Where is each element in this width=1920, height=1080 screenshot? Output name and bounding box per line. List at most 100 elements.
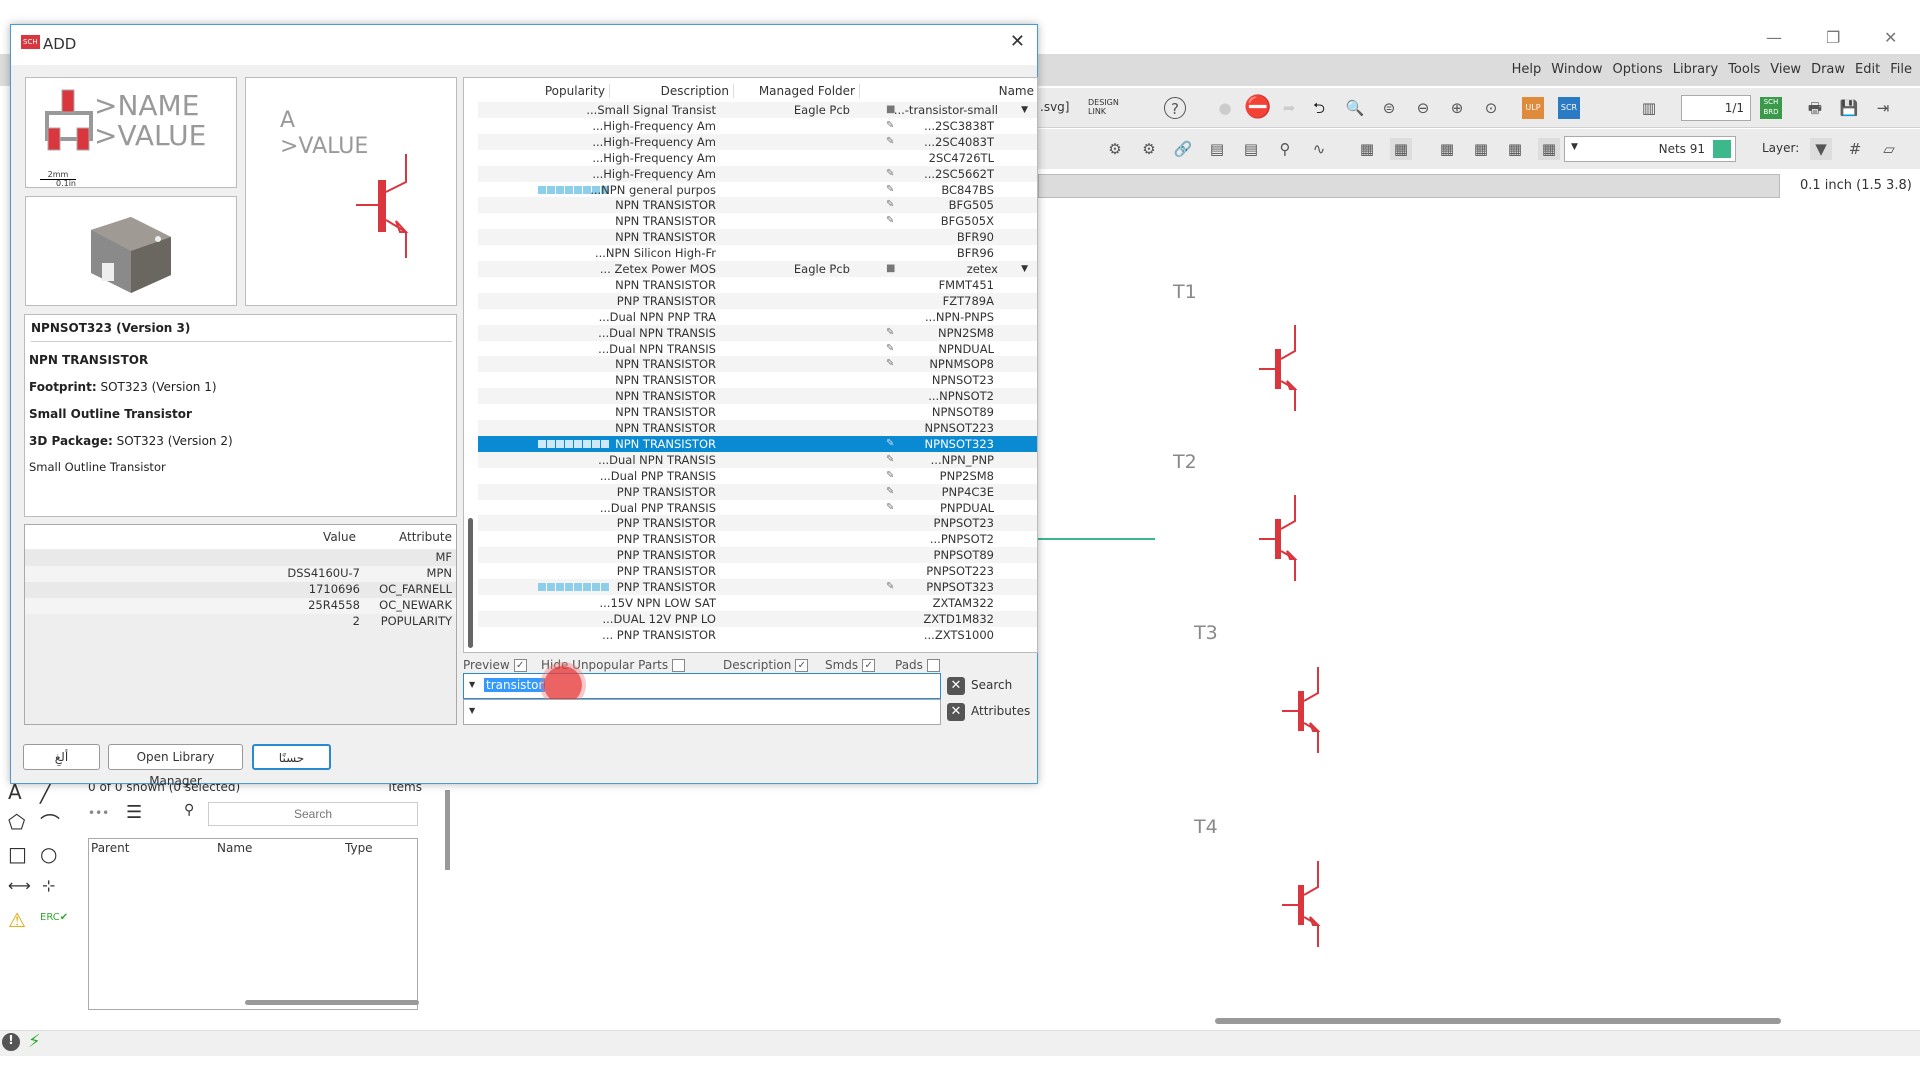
rect-tool-icon[interactable]: □: [8, 842, 27, 866]
dimension-tool-icon[interactable]: ⟷: [8, 876, 31, 895]
sidebar-scrollbar[interactable]: [445, 790, 450, 870]
part-label[interactable]: T3: [1193, 622, 1218, 644]
layout-icon[interactable]: ▦: [1504, 138, 1526, 160]
history-dropdown-icon[interactable]: ▼: [469, 706, 475, 715]
add-link-icon[interactable]: 🔗: [1172, 138, 1194, 160]
zoom-fit-icon[interactable]: 🔍: [1344, 97, 1366, 119]
layout-icon[interactable]: ▦: [1356, 138, 1378, 160]
menu-item-draw[interactable]: Draw: [1811, 62, 1845, 77]
column-type[interactable]: Type: [345, 841, 373, 855]
waveform-icon[interactable]: ∿: [1308, 138, 1330, 160]
close-window-button[interactable]: ✕: [1884, 28, 1897, 47]
attribute-row[interactable]: MF: [25, 550, 456, 566]
layout-icon[interactable]: ▦: [1538, 138, 1560, 160]
list-item[interactable]: NPN TRANSISTOR NPNSOT223: [478, 420, 1037, 436]
part-label[interactable]: T2: [1172, 451, 1197, 473]
list-item[interactable]: ...NPN Silicon High-Fr BFR96: [478, 245, 1037, 261]
menu-item-tools[interactable]: Tools: [1728, 62, 1760, 77]
gear-icon[interactable]: ⚙: [1104, 138, 1126, 160]
menu-item-edit[interactable]: Edit: [1855, 62, 1880, 77]
list-item[interactable]: PNP TRANSISTOR ✎ PNP4C3E: [478, 483, 1037, 500]
list-item[interactable]: PNP TRANSISTOR ✎ PNPSOT323: [478, 579, 1037, 595]
nets-select[interactable]: ▼ Nets 91: [1564, 136, 1736, 162]
info-icon[interactable]: !: [2, 1033, 20, 1051]
library-icon[interactable]: ▥: [1638, 97, 1660, 119]
npn-transistor-symbol[interactable]: [1259, 325, 1298, 411]
zoom-select-icon[interactable]: ⊙: [1480, 97, 1502, 119]
list-item[interactable]: NPN TRANSISTOR ...NPNSOT2: [478, 388, 1037, 405]
list-item[interactable]: ...Dual NPN PNP TRA ...NPN-PNPS: [478, 309, 1037, 325]
expand-icon[interactable]: ▼: [1021, 102, 1028, 118]
lightning-icon[interactable]: ⚡: [28, 1031, 41, 1052]
ok-button[interactable]: حسنًا: [252, 744, 331, 770]
sheet-select[interactable]: 1/1: [1681, 95, 1751, 121]
attribute-row[interactable]: 2 POPULARITY: [25, 614, 456, 630]
npn-transistor-symbol[interactable]: [1282, 861, 1321, 947]
layers-icon[interactable]: ▱: [1878, 138, 1900, 160]
list-item[interactable]: ...Small Signal Transist Eagle Pcb ■ ...-tr…: [478, 102, 1037, 118]
checkbox[interactable]: ✓: [795, 659, 809, 672]
cancel-button[interactable]: ألغِ: [23, 744, 100, 770]
list-item[interactable]: PNP TRANSISTOR FZT789A: [478, 292, 1037, 309]
zoom-out-icon[interactable]: ⊖: [1412, 97, 1434, 119]
command-line[interactable]: [1038, 174, 1780, 198]
list-view-icon[interactable]: ☰: [126, 802, 142, 823]
menu-item-options[interactable]: Options: [1613, 62, 1663, 77]
list-item[interactable]: ... PNP TRANSISTOR ...ZXTS1000: [478, 627, 1037, 643]
ulp-icon[interactable]: ULP: [1522, 97, 1544, 119]
column-parent[interactable]: Parent: [91, 841, 129, 855]
list-item[interactable]: PNP TRANSISTOR PNPSOT23: [478, 515, 1037, 532]
probe-icon[interactable]: ⚲: [1274, 138, 1296, 160]
list-item[interactable]: ...Dual PNP TRANSIS ✎ PNP2SM8: [478, 468, 1037, 484]
attribute-row[interactable]: 25R4558 OC_NEWARK: [25, 598, 456, 614]
pads-checkbox[interactable]: Pads: [895, 658, 940, 672]
npn-transistor-symbol[interactable]: [1282, 667, 1321, 753]
checkbox[interactable]: ✓: [513, 659, 527, 672]
attributes-clear-button[interactable]: ✕ Attributes: [947, 703, 1030, 721]
layout-icon[interactable]: ▦: [1390, 138, 1412, 160]
list-item[interactable]: NPN TRANSISTOR ✎ NPNSOT323: [478, 435, 1037, 452]
list-item[interactable]: ...Dual NPN TRANSIS ✎ ...NPN_PNP: [478, 451, 1037, 468]
undo-icon[interactable]: ⮌: [1308, 97, 1330, 119]
list-item[interactable]: ...High-Frequency Am 2SC4726TL: [478, 150, 1037, 166]
list-item[interactable]: PNP TRANSISTOR PNPSOT223: [478, 563, 1037, 579]
list-item[interactable]: NPN TRANSISTOR ✎ BFG505: [478, 197, 1037, 214]
list-item[interactable]: ...Dual NPN TRANSIS ✎ NPNDUAL: [478, 341, 1037, 357]
horizontal-scrollbar[interactable]: [1215, 1018, 1781, 1024]
list-item[interactable]: ...15V NPN LOW SAT ZXTAM322: [478, 595, 1037, 611]
script-icon[interactable]: SCR: [1558, 97, 1580, 119]
list-item[interactable]: ... Zetex Power MOS Eagle Pcb ■ zetex ▼: [478, 261, 1037, 277]
minimize-button[interactable]: —: [1766, 28, 1782, 47]
list-item[interactable]: ...DUAL 12V PNP LO ZXTD1M832: [478, 610, 1037, 627]
menu-item-window[interactable]: Window: [1551, 62, 1602, 77]
list-item[interactable]: ...Dual NPN TRANSIS ✎ NPN2SM8: [478, 324, 1037, 341]
menu-item-help[interactable]: Help: [1512, 62, 1542, 77]
sidebar-search-input[interactable]: [208, 802, 418, 826]
layout-icon[interactable]: ▦: [1436, 138, 1458, 160]
list-item[interactable]: PNP TRANSISTOR PNPSOT89: [478, 547, 1037, 564]
table-scrollbar[interactable]: [245, 1000, 419, 1005]
list-item[interactable]: ...Dual PNP TRANSIS ✎ PNPDUAL: [478, 500, 1037, 516]
save-icon[interactable]: 💾: [1838, 97, 1860, 119]
list-item[interactable]: NPN TRANSISTOR ✎ BFG505X: [478, 213, 1037, 229]
close-icon[interactable]: ✕: [1010, 31, 1025, 52]
more-icon[interactable]: •••: [88, 806, 109, 820]
circle-tool-icon[interactable]: ○: [40, 842, 57, 866]
column-value[interactable]: Value: [323, 530, 356, 544]
checkbox[interactable]: [926, 659, 940, 672]
description-checkbox[interactable]: Description ✓: [723, 658, 809, 672]
preview-checkbox[interactable]: Preview ✓: [463, 658, 527, 672]
sch-brd-switch-icon[interactable]: SCH BRD: [1760, 97, 1782, 119]
list-item[interactable]: NPN TRANSISTOR FMMT451: [478, 277, 1037, 293]
polygon-tool-icon[interactable]: ⬠: [8, 810, 25, 834]
schematic-canvas[interactable]: T1 T2 T3 T4: [1038, 200, 1920, 1015]
erc-icon[interactable]: ERC✔: [40, 912, 68, 923]
arc-tool-icon[interactable]: ⌒: [40, 808, 60, 837]
print-icon[interactable]: 🖶: [1804, 97, 1826, 119]
export-icon[interactable]: ⇥: [1872, 97, 1894, 119]
column-attribute[interactable]: Attribute: [399, 530, 452, 544]
menu-item-library[interactable]: Library: [1673, 62, 1718, 77]
history-dropdown-icon[interactable]: ▼: [469, 680, 475, 689]
list-item[interactable]: ...High-Frequency Am ✎ ...2SC5662T: [478, 165, 1037, 182]
open-library-manager-button[interactable]: Open Library Manager: [108, 744, 243, 788]
